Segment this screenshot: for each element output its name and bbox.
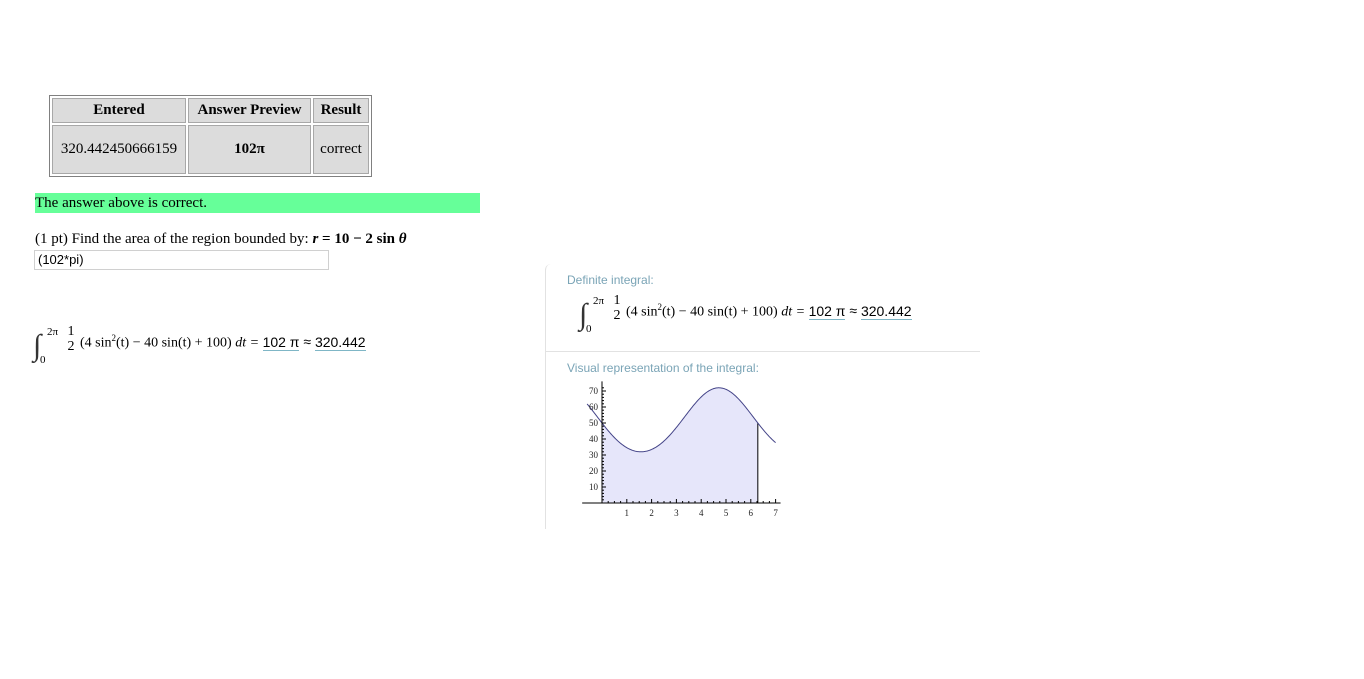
math-theta: θ	[398, 231, 407, 247]
integral-upper-limit: 2π	[47, 326, 59, 338]
header-result: Result	[313, 98, 369, 123]
integrand-dt: dt =	[231, 335, 263, 351]
table-row: 320.442450666159 102π correct	[52, 125, 369, 174]
y-tick-label: 30	[589, 450, 599, 460]
y-tick-label: 40	[589, 434, 599, 444]
integrand-part2: (t) − 40 sin(t) + 100)	[116, 335, 232, 351]
header-answer-preview: Answer Preview	[188, 98, 311, 123]
panel-divider	[546, 351, 980, 352]
approx-symbol: ≈	[845, 302, 861, 319]
integrand-part1: (4 sin	[80, 335, 112, 351]
question-prefix: (1 pt) Find the area of the region bound…	[35, 231, 309, 247]
definite-integral-formula: ∫ 2π 0 12 (4 sin2(t) − 40 sin(t) + 100) …	[579, 293, 959, 339]
x-tick-label: 2	[649, 508, 654, 518]
integrand-part1: (4 sin	[626, 304, 658, 320]
plot-layer: 1 2 3 4 5 6 7 10 20 30 40 50 60 70	[582, 381, 781, 518]
x-tick-label: 4	[699, 508, 704, 518]
approx-symbol: ≈	[299, 333, 315, 350]
answer-input[interactable]	[34, 250, 329, 270]
results-table: Entered Answer Preview Result 320.442450…	[49, 95, 372, 177]
visual-representation-label: Visual representation of the integral:	[567, 361, 759, 375]
integrand-dt: dt =	[777, 304, 809, 320]
integral-fraction: 12	[65, 324, 77, 354]
y-tick-label: 50	[589, 418, 599, 428]
integral-fraction: 12	[611, 293, 623, 323]
question-text: (1 pt) Find the area of the region bound…	[35, 229, 407, 249]
integral-upper-limit: 2π	[593, 295, 605, 307]
question-equation: r = 10 − 2 sin θ	[312, 231, 406, 247]
x-tick-label: 3	[674, 508, 679, 518]
shaded-area	[602, 387, 758, 503]
y-tick-label: 60	[589, 402, 599, 412]
integrand: (4 sin2(t) − 40 sin(t) + 100) dt = 102 π…	[80, 333, 366, 352]
fraction-numerator: 1	[613, 293, 621, 308]
x-tick-label: 7	[773, 508, 778, 518]
y-tick-label: 70	[589, 386, 599, 396]
integral-exact-result[interactable]: 102 π	[808, 302, 846, 320]
definite-integral-label: Definite integral:	[567, 273, 654, 287]
x-tick-label: 6	[749, 508, 754, 518]
x-tick-label: 5	[724, 508, 729, 518]
fraction-denominator: 2	[67, 339, 75, 354]
results-header-row: Entered Answer Preview Result	[52, 98, 369, 123]
integral-formula: ∫ 2π 0 12 (4 sin2(t) − 40 sin(t) + 100) …	[33, 324, 413, 370]
fraction-numerator: 1	[67, 324, 75, 339]
y-tick-label: 10	[589, 482, 599, 492]
integrand-part2: (t) − 40 sin(t) + 100)	[662, 304, 778, 320]
integral-lower-limit: 0	[40, 354, 46, 366]
fraction-denominator: 2	[613, 308, 621, 323]
integral-approx-result[interactable]: 320.442	[314, 333, 366, 351]
answer-preview-value: 102π	[188, 125, 311, 174]
x-tick-label: 1	[625, 508, 630, 518]
integral-lower-limit: 0	[586, 323, 592, 335]
entered-value: 320.442450666159	[52, 125, 186, 174]
header-entered: Entered	[52, 98, 186, 123]
math-eq: = 10 − 2 sin	[318, 231, 399, 247]
integral-approx-result[interactable]: 320.442	[860, 302, 912, 320]
integral-plot: 1 2 3 4 5 6 7 10 20 30 40 50 60 70	[582, 381, 781, 518]
y-tick-label: 20	[589, 466, 599, 476]
integral-exact-result[interactable]: 102 π	[262, 333, 300, 351]
result-value: correct	[313, 125, 369, 174]
correct-banner: The answer above is correct.	[35, 193, 480, 213]
integrand: (4 sin2(t) − 40 sin(t) + 100) dt = 102 π…	[626, 302, 912, 321]
